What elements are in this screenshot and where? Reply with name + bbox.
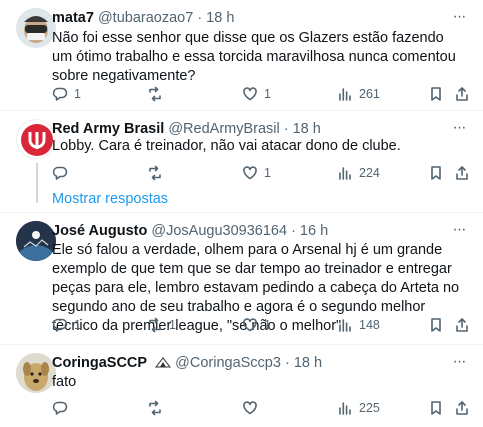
more-dots-icon[interactable]: ··· <box>449 9 469 30</box>
bookmark-icon <box>431 318 441 332</box>
views-icon <box>339 88 351 101</box>
like-count: 1 <box>264 318 271 332</box>
like-count: 1 <box>264 87 271 101</box>
views-button[interactable]: 148 <box>337 315 380 335</box>
retweet-icon <box>149 86 161 102</box>
bookmark-icon <box>431 166 441 180</box>
views-icon <box>339 167 351 180</box>
avatar-red-army-brasil[interactable] <box>16 119 56 159</box>
retweet-button[interactable]: 1 <box>147 315 176 335</box>
heart-icon <box>243 401 257 415</box>
bookmark-button[interactable] <box>428 163 444 183</box>
author-handle[interactable]: @RedArmyBrasil <box>168 121 279 137</box>
tweet-text: Lobby. Cara é treinador, não vai atacar … <box>52 138 401 154</box>
retweet-button[interactable] <box>147 84 169 104</box>
tweet-text: Não foi esse senhor que disse que os Gla… <box>52 30 456 84</box>
reply-count: 1 <box>74 87 81 101</box>
reply-button[interactable]: 1 <box>52 315 81 335</box>
retweet-button[interactable] <box>147 163 169 183</box>
corinthians-flag-icon <box>155 357 172 368</box>
share-icon <box>456 166 468 180</box>
like-count: 1 <box>264 166 271 180</box>
tweet-time[interactable]: · 18 h <box>197 10 234 26</box>
author-name[interactable]: Red Army Brasil <box>52 121 164 137</box>
tweet-time[interactable]: · 16 h <box>291 223 328 239</box>
tweet-jose-augusto[interactable]: José Augusto @JosAugu30936164 · 16 h ···… <box>0 213 483 341</box>
share-icon <box>456 87 468 101</box>
author-name[interactable]: mata7 <box>52 10 94 26</box>
tweet-red-army-brasil[interactable]: Red Army Brasil @RedArmyBrasil · 18 h ··… <box>0 111 483 209</box>
share-button[interactable] <box>454 84 470 104</box>
like-button[interactable] <box>242 398 264 418</box>
share-button[interactable] <box>454 315 470 335</box>
tweet-time[interactable]: · 18 h <box>284 121 321 137</box>
tweet-actions: 1 1 1 148 <box>52 315 472 335</box>
reply-count: 1 <box>74 318 81 332</box>
retweet-button[interactable] <box>147 398 169 418</box>
views-icon <box>339 402 351 415</box>
share-icon <box>456 318 468 332</box>
heart-icon <box>243 318 257 332</box>
tweet-actions: 1 224 <box>52 163 472 183</box>
bookmark-icon <box>431 401 441 415</box>
bookmark-icon <box>431 87 441 101</box>
avatar-jose-augusto[interactable] <box>16 221 56 261</box>
reply-icon <box>52 87 68 101</box>
reply-icon <box>52 318 68 332</box>
author-name[interactable]: CoringaSCCP <box>52 355 147 371</box>
views-button[interactable]: 261 <box>337 84 380 104</box>
like-button[interactable]: 1 <box>242 315 271 335</box>
reply-icon <box>52 166 68 180</box>
tweet-text: fato <box>52 374 77 390</box>
reply-button[interactable] <box>52 398 74 418</box>
author-handle[interactable]: @JosAugu30936164 <box>151 223 287 239</box>
views-icon <box>339 319 351 332</box>
tweet-coringasccp[interactable]: CoringaSCCP @CoringaSccp3 · 18 h ··· fat… <box>0 345 483 427</box>
share-icon <box>456 401 468 415</box>
like-button[interactable]: 1 <box>242 163 271 183</box>
bookmark-button[interactable] <box>428 315 444 335</box>
views-count: 148 <box>359 318 380 332</box>
author-name[interactable]: José Augusto <box>52 223 147 239</box>
heart-icon <box>243 166 257 180</box>
show-more-replies-link[interactable]: Mostrar respostas <box>52 189 168 209</box>
reply-icon <box>52 401 68 415</box>
reply-button[interactable] <box>52 163 74 183</box>
retweet-count: 1 <box>169 318 176 332</box>
tweet-mata7[interactable]: mata7 @tubaraozao7 · 18 h ··· Não foi es… <box>0 0 483 110</box>
views-button[interactable]: 225 <box>337 398 380 418</box>
views-count: 225 <box>359 401 380 415</box>
avatar-coringasccp[interactable] <box>16 353 56 393</box>
reply-button[interactable]: 1 <box>52 84 81 104</box>
views-button[interactable]: 224 <box>337 163 380 183</box>
tweet-actions: 225 <box>52 398 472 418</box>
thread-line <box>36 163 38 203</box>
tweet-actions: 1 1 261 <box>52 84 472 104</box>
retweet-icon <box>149 317 161 333</box>
author-handle[interactable]: @tubaraozao7 <box>98 10 193 26</box>
bookmark-button[interactable] <box>428 398 444 418</box>
avatar-mata7[interactable] <box>16 8 56 48</box>
views-count: 261 <box>359 87 380 101</box>
tweet-time[interactable]: · 18 h <box>285 355 322 371</box>
author-handle[interactable]: @CoringaSccp3 <box>175 355 281 371</box>
more-dots-icon[interactable]: ··· <box>449 354 469 375</box>
more-dots-icon[interactable]: ··· <box>449 222 469 243</box>
retweet-icon <box>149 400 161 416</box>
retweet-icon <box>149 165 161 181</box>
bookmark-button[interactable] <box>428 84 444 104</box>
heart-icon <box>243 87 257 101</box>
views-count: 224 <box>359 166 380 180</box>
share-button[interactable] <box>454 398 470 418</box>
share-button[interactable] <box>454 163 470 183</box>
like-button[interactable]: 1 <box>242 84 271 104</box>
